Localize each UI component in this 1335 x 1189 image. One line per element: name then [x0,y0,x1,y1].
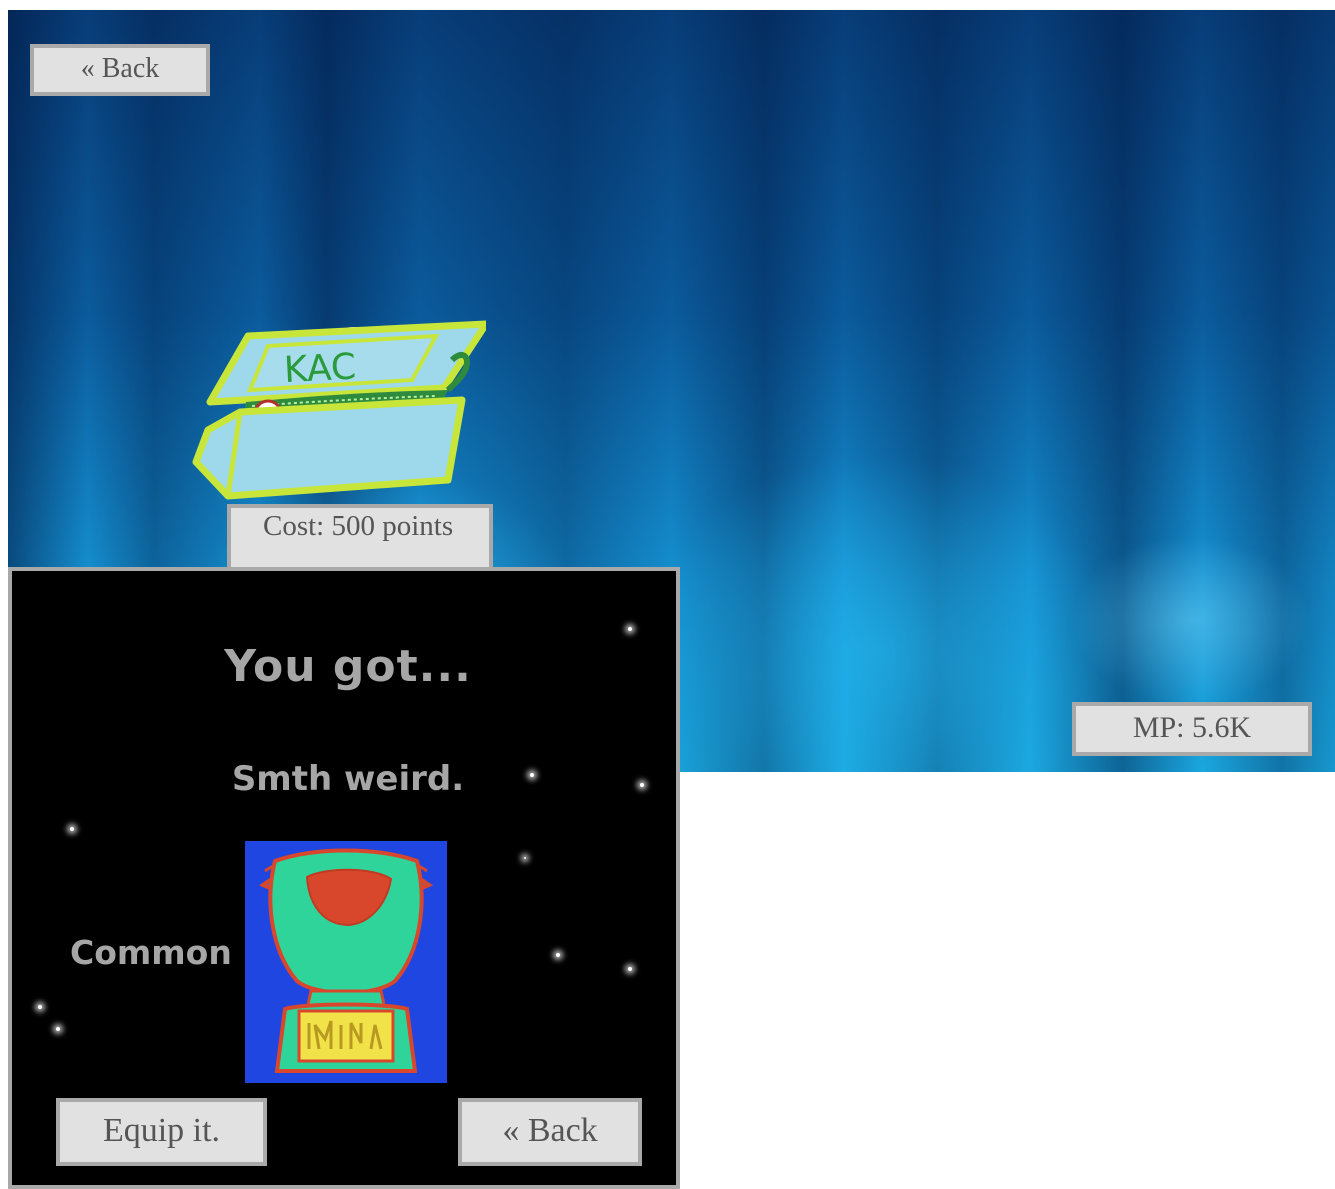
equip-button[interactable]: Equip it. [56,1098,267,1166]
chest-label: KAC [283,346,357,391]
star [38,1005,42,1009]
star [628,627,632,631]
star [70,827,74,831]
star [556,953,560,957]
reward-title: You got... [224,641,472,692]
reward-rarity: Common [70,933,232,972]
reward-item-name: Smth weird. [231,759,465,799]
reward-item-image [245,841,447,1083]
star [56,1027,60,1031]
mp-counter: MP: 5.6K [1072,702,1312,756]
back-button[interactable]: « Back [30,44,210,96]
reward-popup: You got... Smth weird. Common Equip it. … [8,567,680,1189]
star [628,967,632,971]
kac-chest-icon[interactable]: KAC [186,320,486,505]
star [524,857,526,859]
popup-back-button[interactable]: « Back [458,1098,642,1166]
